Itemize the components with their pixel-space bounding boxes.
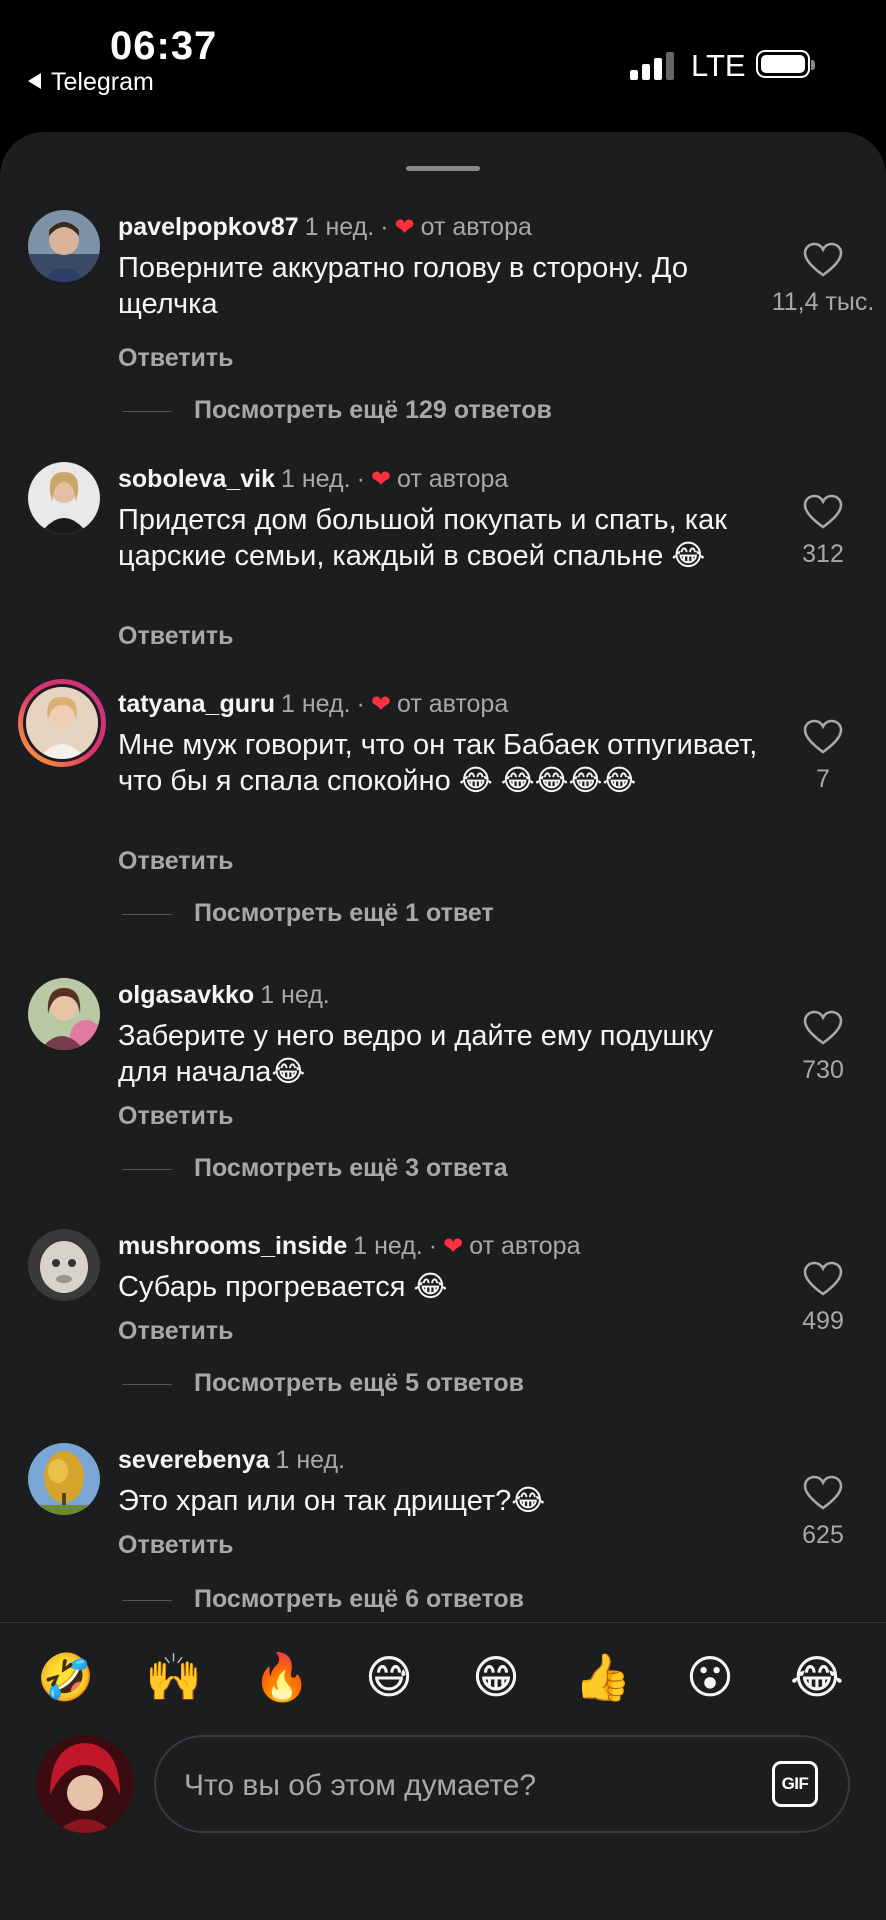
username[interactable]: pavelpopkov87 [118, 213, 299, 241]
comment-meta: tatyana_guru 1 нед. · ❤ от автора [118, 690, 509, 718]
emoji-fire[interactable]: 🔥 [252, 1647, 312, 1707]
view-more-replies[interactable]: Посмотреть ещё 3 ответа [122, 1154, 508, 1183]
like-button[interactable]: 7 [770, 719, 876, 794]
back-arrow-icon [28, 73, 41, 89]
like-count: 625 [802, 1521, 844, 1549]
avatar[interactable] [28, 462, 100, 534]
comments-sheet: pavelpopkov87 1 нед. · ❤ от автора Поверните… [0, 132, 886, 1920]
comment-text: Мне муж говорит, что он так Бабаек отпуг… [118, 729, 758, 797]
time-ago: 1 нед. [304, 213, 375, 241]
reply-button[interactable]: Ответить [118, 622, 234, 651]
author-heart-icon: ❤ [370, 466, 392, 493]
comment-meta: soboleva_vik 1 нед. · ❤ от автора [118, 465, 509, 493]
gif-button[interactable]: GIF [772, 1761, 818, 1807]
emoji-joy[interactable]: 😂 [787, 1647, 847, 1707]
like-count: 312 [802, 540, 844, 568]
time-ago: 1 нед. [275, 1446, 346, 1474]
like-count: 730 [802, 1056, 844, 1084]
like-button[interactable]: 625 [770, 1475, 876, 1550]
like-button[interactable]: 312 [770, 494, 876, 569]
emoji-rofl[interactable]: 🤣 [36, 1647, 96, 1707]
comment-text: Заберите у него ведро и дайте ему подушк… [118, 1020, 714, 1088]
username[interactable]: soboleva_vik [118, 465, 275, 493]
heart-outline-icon [803, 1475, 843, 1510]
author-heart-icon: ❤ [370, 691, 391, 718]
reply-button[interactable]: Ответить [118, 847, 234, 876]
like-button[interactable]: 11,4 тыс. [770, 242, 876, 317]
like-button[interactable]: 499 [770, 1261, 876, 1336]
my-avatar[interactable] [36, 1735, 134, 1833]
heart-outline-icon [803, 1010, 843, 1045]
heart-outline-icon [803, 242, 843, 277]
liked-by-author-label: от автора [397, 465, 509, 493]
signal-icon [630, 50, 674, 80]
view-more-replies[interactable]: Посмотреть ещё 6 ответов [122, 1585, 524, 1614]
like-count: 499 [802, 1307, 844, 1335]
view-more-replies[interactable]: Посмотреть ещё 5 ответов [122, 1369, 524, 1398]
time-ago: 1 нед. [281, 465, 351, 493]
author-heart-icon: ❤ [443, 1233, 464, 1260]
heart-outline-icon [803, 719, 843, 754]
avatar-story-ring[interactable] [18, 679, 106, 767]
emoji-raised-hands[interactable]: 🙌 [144, 1647, 204, 1707]
time-ago: 1 нед. [260, 981, 330, 1009]
comment-meta: severebenya 1 нед. [118, 1443, 345, 1477]
time-ago: 1 нед. [353, 1232, 423, 1260]
view-more-replies[interactable]: Посмотреть ещё 1 ответ [122, 899, 494, 928]
username[interactable]: severebenya [118, 1446, 270, 1474]
drag-handle[interactable] [406, 166, 480, 171]
comment-text: Придется дом большой покупать и спать, к… [118, 504, 727, 572]
emoji-grin[interactable]: 😁 [466, 1647, 526, 1707]
emoji-bar-divider [0, 1622, 886, 1623]
comment-meta: pavelpopkov87 1 нед. · ❤ от автора [118, 213, 532, 241]
heart-outline-icon [803, 1261, 843, 1296]
battery-icon [756, 50, 815, 78]
heart-outline-icon [803, 494, 843, 529]
avatar[interactable] [28, 210, 100, 282]
comment-input[interactable] [182, 1757, 726, 1815]
reply-button[interactable]: Ответить [118, 1317, 234, 1346]
username[interactable]: mushrooms_inside [118, 1232, 347, 1260]
comment-input-container[interactable]: GIF [154, 1735, 850, 1833]
reply-button[interactable]: Ответить [118, 1102, 234, 1131]
network-type: LTE [691, 48, 746, 83]
view-more-replies[interactable]: Посмотреть ещё 129 ответов [122, 396, 552, 425]
time-ago: 1 нед. [280, 690, 351, 718]
avatar[interactable] [28, 1229, 100, 1301]
avatar[interactable] [28, 1443, 100, 1515]
username[interactable]: tatyana_guru [118, 690, 275, 718]
like-button[interactable]: 730 [770, 1010, 876, 1085]
emoji-sweat-smile[interactable]: 😅 [359, 1647, 419, 1707]
like-count: 11,4 тыс. [771, 288, 875, 316]
username[interactable]: olgasavkko [118, 981, 254, 1009]
author-heart-icon: ❤ [394, 214, 415, 241]
comment-meta: olgasavkko 1 нед. [118, 978, 330, 1012]
avatar[interactable] [28, 978, 100, 1050]
comment-meta: mushrooms_inside 1 нед. · ❤ от автора [118, 1232, 581, 1260]
emoji-open-mouth[interactable]: 😮 [680, 1647, 740, 1707]
clock: 06:37 [110, 24, 218, 68]
status-bar: 06:37 Telegram LTE [0, 0, 886, 130]
liked-by-author-label: от автора [469, 1232, 581, 1260]
reply-button[interactable]: Ответить [118, 344, 234, 373]
comment-text: Субарь прогревается 😂 [118, 1271, 448, 1303]
back-to-telegram[interactable]: Telegram [28, 68, 154, 97]
comment-text: Поверните аккуратно голову в сторону. До… [118, 252, 689, 320]
liked-by-author-label: от автора [396, 690, 509, 718]
like-count: 7 [816, 765, 830, 793]
liked-by-author-label: от автора [420, 213, 532, 241]
reply-button[interactable]: Ответить [118, 1531, 234, 1560]
comment-text: Это храп или он так дрищет?😂 [118, 1485, 546, 1517]
emoji-thumbs-up[interactable]: 👍 [573, 1647, 633, 1707]
back-app-label: Telegram [51, 68, 154, 96]
